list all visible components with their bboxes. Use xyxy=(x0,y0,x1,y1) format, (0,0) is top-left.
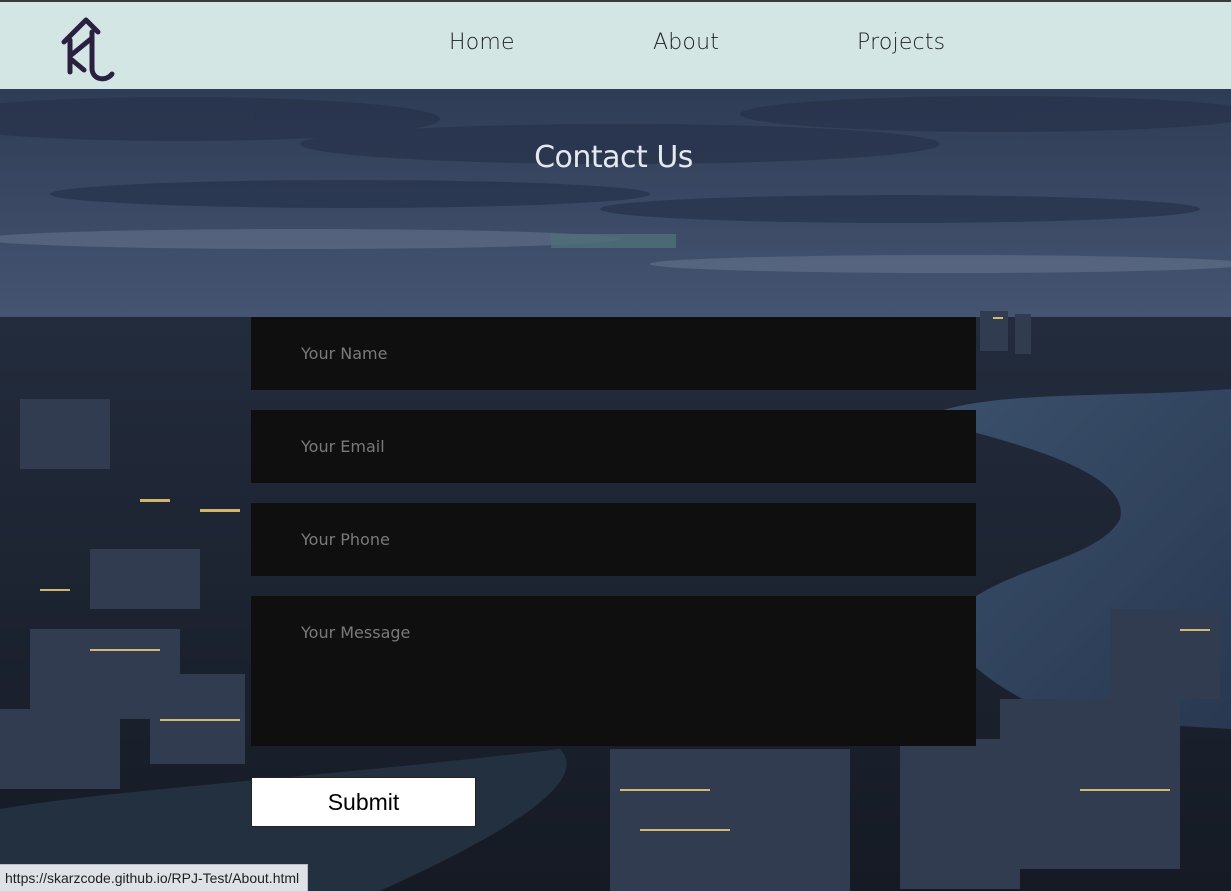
top-navbar: Home About Projects xyxy=(0,0,1231,89)
status-bar-url: https://skarzcode.github.io/RPJ-Test/Abo… xyxy=(0,864,309,891)
nav-link-projects[interactable]: Projects xyxy=(857,30,945,55)
email-input[interactable] xyxy=(251,410,976,483)
phone-input[interactable] xyxy=(251,503,976,576)
nav-link-home[interactable]: Home xyxy=(449,30,515,55)
logo-glyph-icon[interactable] xyxy=(58,14,118,84)
city-background-image xyxy=(0,89,1231,891)
name-input[interactable] xyxy=(251,317,976,390)
title-underline xyxy=(551,234,676,248)
submit-button[interactable]: Submit xyxy=(251,777,476,827)
message-textarea[interactable] xyxy=(251,596,976,746)
page-title: Contact Us xyxy=(534,140,693,175)
nav-link-about[interactable]: About xyxy=(653,30,719,55)
page: Home About Projects Contact Us Submit ht… xyxy=(0,0,1231,891)
